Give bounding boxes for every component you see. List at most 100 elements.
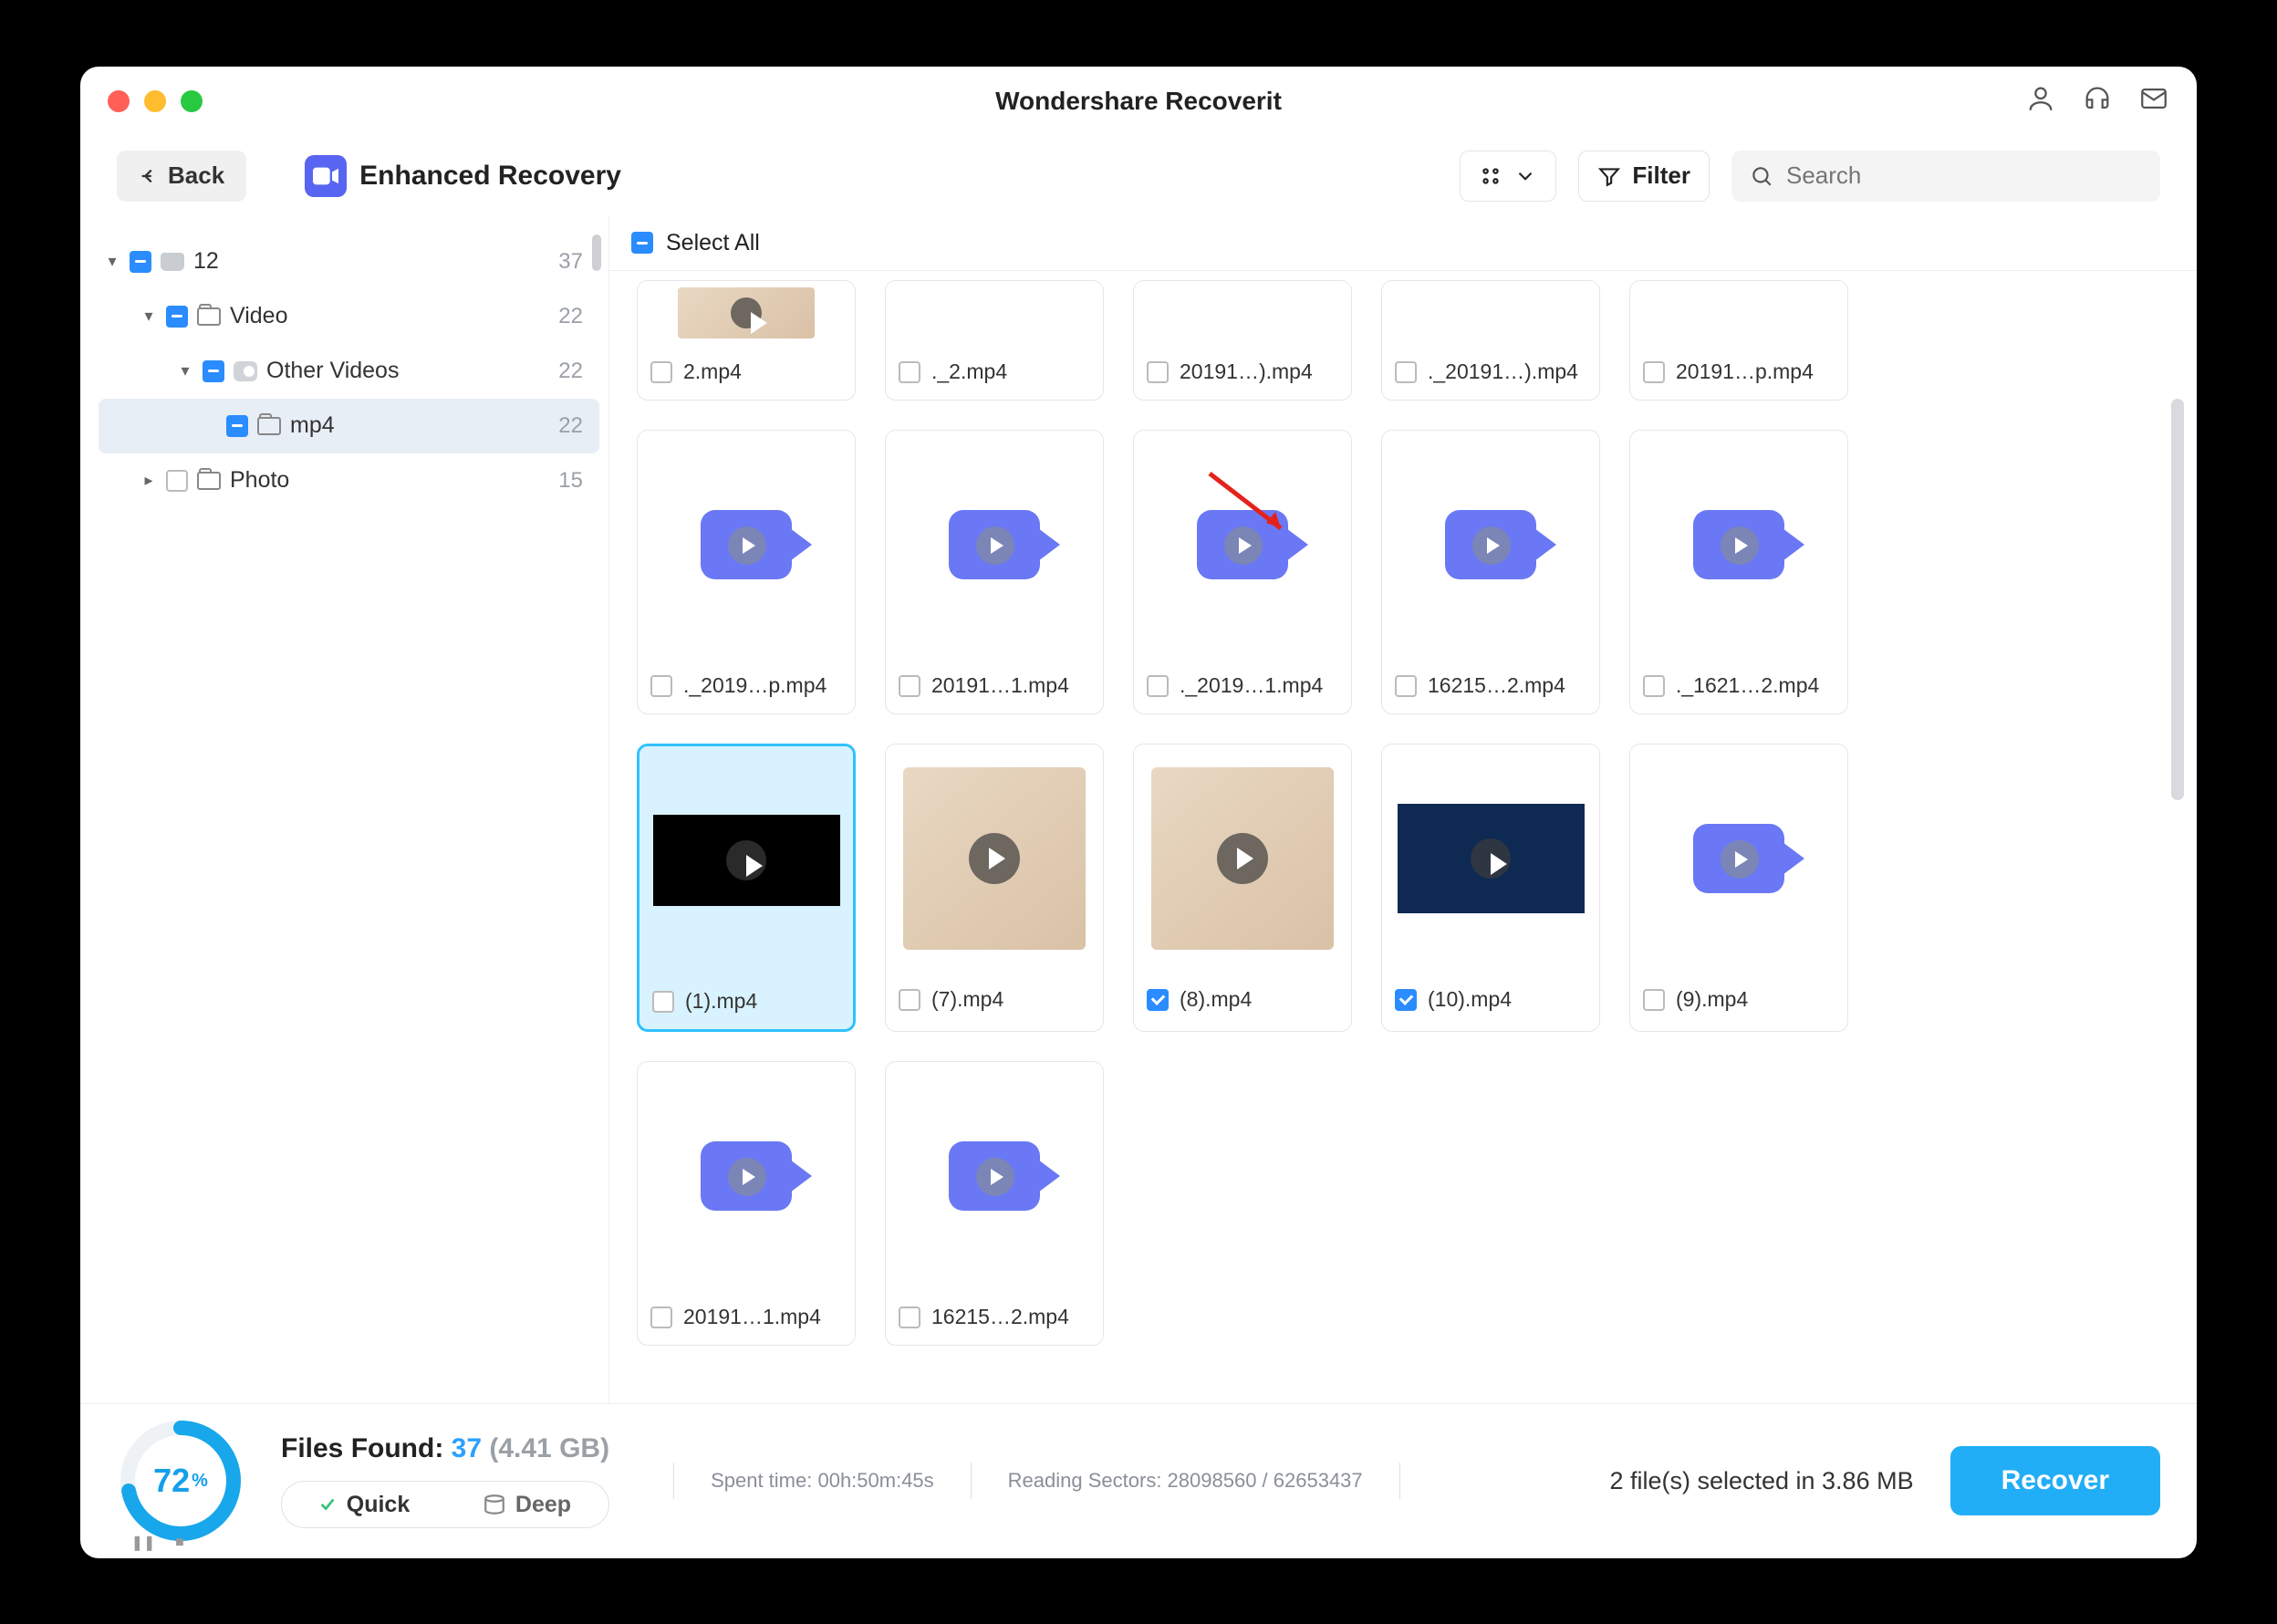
expand-icon[interactable]: ▸ <box>140 471 157 490</box>
filter-button[interactable]: Filter <box>1578 151 1710 202</box>
close-icon[interactable] <box>108 90 130 112</box>
checkbox-icon[interactable] <box>1147 675 1169 697</box>
select-all-row[interactable]: Select All <box>609 216 2197 271</box>
maximize-icon[interactable] <box>181 90 203 112</box>
file-grid: 2.mp4 ._2.mp4 20191…).mp4 ._20191…).mp4 … <box>609 271 2197 1403</box>
file-card[interactable]: 20191…1.mp4 <box>637 1061 856 1346</box>
file-card[interactable]: (7).mp4 <box>885 744 1104 1032</box>
checkbox-icon[interactable] <box>166 306 188 328</box>
file-card[interactable]: 20191…).mp4 <box>1133 280 1352 401</box>
file-card[interactable]: ._1621…2.mp4 <box>1629 430 1848 714</box>
tree-label: Other Videos <box>266 358 549 384</box>
checkbox-icon[interactable] <box>203 360 224 382</box>
file-card[interactable]: (10).mp4 <box>1381 744 1600 1032</box>
file-card[interactable]: 16215…2.mp4 <box>885 1061 1104 1346</box>
search-input[interactable] <box>1786 161 2142 190</box>
expand-icon[interactable]: ▾ <box>177 361 193 380</box>
file-name: 16215…2.mp4 <box>1428 673 1565 698</box>
back-button[interactable]: Back <box>117 151 246 202</box>
file-name: 20191…p.mp4 <box>1676 359 1814 384</box>
checkbox-icon[interactable] <box>899 989 920 1011</box>
file-name: ._2019…p.mp4 <box>683 673 827 698</box>
file-name: 16215…2.mp4 <box>931 1305 1069 1329</box>
tree-root[interactable]: ▾ 12 37 <box>99 234 599 289</box>
checkbox-icon[interactable] <box>1643 361 1665 383</box>
checkbox-icon[interactable] <box>899 675 920 697</box>
file-name: (10).mp4 <box>1428 987 1512 1012</box>
tree-label: Video <box>230 303 549 329</box>
feedback-icon[interactable] <box>2138 83 2169 119</box>
sidebar: ▾ 12 37 ▾ Video 22 ▾ Other Videos 22 <box>80 216 609 1403</box>
tree-label: mp4 <box>290 412 549 439</box>
file-name: 20191…).mp4 <box>1180 359 1313 384</box>
window-title: Wondershare Recoverit <box>80 87 2197 116</box>
tree-label: Photo <box>230 467 549 494</box>
checkbox-icon[interactable] <box>650 675 672 697</box>
checkbox-icon[interactable] <box>650 1306 672 1328</box>
brand-label: Enhanced Recovery <box>359 161 621 192</box>
checkbox-icon[interactable] <box>899 1306 920 1328</box>
checkbox-icon[interactable] <box>1395 361 1417 383</box>
expand-icon[interactable]: ▾ <box>104 252 120 271</box>
view-mode-button[interactable] <box>1460 151 1556 202</box>
file-name: (7).mp4 <box>931 987 1003 1012</box>
file-card[interactable]: 20191…1.mp4 <box>885 430 1104 714</box>
tree-count: 22 <box>558 413 590 439</box>
recover-button[interactable]: Recover <box>1950 1446 2160 1515</box>
mode-quick[interactable]: Quick <box>282 1482 445 1527</box>
search-box[interactable] <box>1731 151 2160 202</box>
file-card[interactable]: 2.mp4 <box>637 280 856 401</box>
tree-photo[interactable]: ▸ Photo 15 <box>99 453 599 508</box>
folder-icon <box>197 472 221 490</box>
file-card[interactable]: (9).mp4 <box>1629 744 1848 1032</box>
tree-count: 22 <box>558 359 590 384</box>
tree-other-videos[interactable]: ▾ Other Videos 22 <box>99 344 599 399</box>
file-card[interactable]: 20191…p.mp4 <box>1629 280 1848 401</box>
pause-icon[interactable]: ❚❚ <box>133 1533 153 1553</box>
file-card[interactable]: 16215…2.mp4 <box>1381 430 1600 714</box>
file-name: ._2019…1.mp4 <box>1180 673 1323 698</box>
found-count: 37 <box>452 1433 482 1463</box>
checkbox-icon[interactable] <box>1147 989 1169 1011</box>
checkbox-icon[interactable] <box>226 415 248 437</box>
scan-mode-toggle[interactable]: Quick Deep <box>281 1481 609 1528</box>
progress-value: 72 <box>153 1462 190 1500</box>
file-card[interactable]: ._2019…p.mp4 <box>637 430 856 714</box>
main-body: ▾ 12 37 ▾ Video 22 ▾ Other Videos 22 <box>80 216 2197 1403</box>
checkbox-icon[interactable] <box>650 361 672 383</box>
footer: 72% ❚❚ ■ Files Found: 37 (4.41 GB) Quick… <box>80 1403 2197 1558</box>
tree-count: 37 <box>558 249 590 275</box>
stop-icon[interactable]: ■ <box>170 1533 190 1553</box>
checkbox-icon[interactable] <box>166 470 188 492</box>
file-card[interactable]: ._20191…).mp4 <box>1381 280 1600 401</box>
support-icon[interactable] <box>2082 83 2113 119</box>
file-card[interactable]: ._2019…1.mp4 <box>1133 430 1352 714</box>
checkbox-icon[interactable] <box>631 232 653 254</box>
mode-deep[interactable]: Deep <box>445 1482 608 1527</box>
tree-count: 15 <box>558 468 590 494</box>
minimize-icon[interactable] <box>144 90 166 112</box>
checkbox-icon[interactable] <box>899 361 920 383</box>
expand-icon[interactable]: ▾ <box>140 307 157 326</box>
file-card-selected[interactable]: (1).mp4 <box>637 744 856 1032</box>
checkbox-icon[interactable] <box>1395 675 1417 697</box>
checkbox-icon[interactable] <box>1147 361 1169 383</box>
file-card[interactable]: (8).mp4 <box>1133 744 1352 1032</box>
checkbox-icon[interactable] <box>130 251 151 273</box>
checkbox-icon[interactable] <box>652 991 674 1013</box>
scrollbar[interactable] <box>2171 399 2184 800</box>
tree-video[interactable]: ▾ Video 22 <box>99 289 599 344</box>
app-window: Wondershare Recoverit Back Enhanced Reco… <box>80 67 2197 1558</box>
checkbox-icon[interactable] <box>1643 989 1665 1011</box>
tree-mp4[interactable]: mp4 22 <box>99 399 599 453</box>
scrollbar[interactable] <box>592 234 601 271</box>
account-icon[interactable] <box>2025 83 2056 119</box>
camera-icon <box>234 361 257 381</box>
brand-icon <box>305 155 347 197</box>
checkbox-icon[interactable] <box>1395 989 1417 1011</box>
select-all-label: Select All <box>666 230 760 256</box>
file-name: (8).mp4 <box>1180 987 1252 1012</box>
file-card[interactable]: ._2.mp4 <box>885 280 1104 401</box>
checkbox-icon[interactable] <box>1643 675 1665 697</box>
toolbar: Back Enhanced Recovery Filter <box>80 136 2197 216</box>
